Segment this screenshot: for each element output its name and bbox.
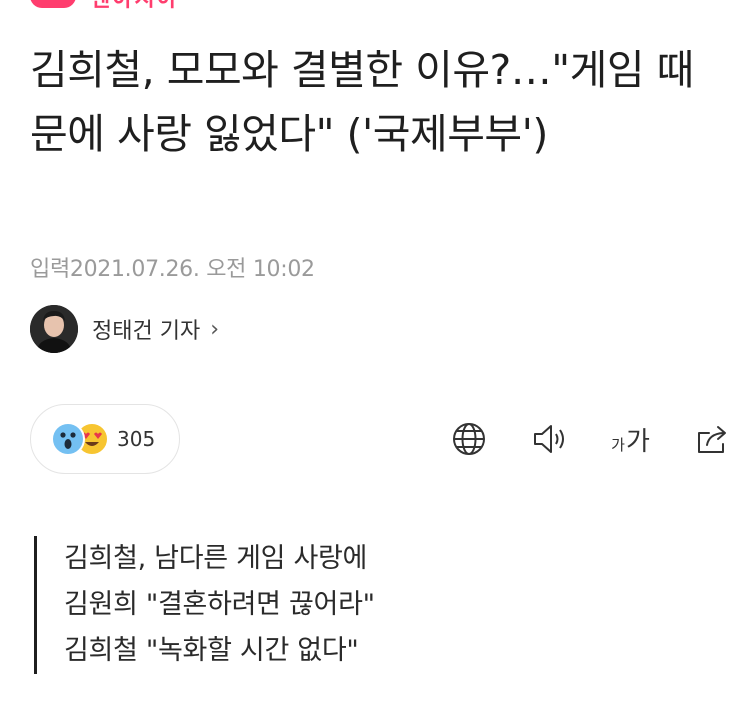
summary-line: 김원희 "결혼하려면 끊어라" xyxy=(64,589,375,620)
language-button[interactable] xyxy=(428,418,509,460)
author-avatar xyxy=(30,305,78,353)
share-icon xyxy=(697,426,726,453)
surprised-emoji-icon xyxy=(51,422,85,456)
article-summary: 김희철, 남다른 게임 사랑에 김원희 "결혼하려면 끊어라" 김희철 "녹화할… xyxy=(34,536,375,674)
date-value: 2021.07.26. 오전 10:02 xyxy=(69,257,315,282)
article-toolbar: 가가 xyxy=(428,418,750,460)
date-label: 입력 xyxy=(30,257,70,282)
brand-logo xyxy=(30,0,76,8)
article-headline: 김희철, 모모와 결별한 이유?…"게임 때문에 사랑 잃었다" ('국제부부'… xyxy=(30,46,694,158)
font-large-label: 가 xyxy=(625,426,650,457)
reaction-button[interactable]: 305 xyxy=(30,404,180,474)
brand-name: 텐아시아 xyxy=(90,0,179,13)
summary-line: 김희철 "녹화할 시간 없다" xyxy=(64,635,359,666)
author-link[interactable]: 정태건 기자 › xyxy=(30,305,219,353)
globe-icon xyxy=(452,423,485,455)
article-page: 텐아시아 김희철, 모모와 결별한 이유?…"게임 때문에 사랑 잃었다" ('… xyxy=(0,0,750,705)
author-name: 정태건 기자 xyxy=(92,319,201,344)
summary-line: 김희철, 남다른 게임 사랑에 xyxy=(64,543,368,574)
speaker-icon xyxy=(533,425,564,453)
font-size-icon: 가가 xyxy=(611,421,650,458)
listen-button[interactable] xyxy=(509,418,590,460)
font-size-button[interactable]: 가가 xyxy=(590,418,671,460)
reaction-count: 305 xyxy=(117,427,156,451)
article-date: 입력2021.07.26. 오전 10:02 xyxy=(30,251,315,283)
font-small-label: 가 xyxy=(611,435,625,454)
share-button[interactable] xyxy=(671,418,750,460)
brand-header[interactable]: 텐아시아 xyxy=(30,0,179,12)
chevron-right-icon: › xyxy=(210,316,220,342)
